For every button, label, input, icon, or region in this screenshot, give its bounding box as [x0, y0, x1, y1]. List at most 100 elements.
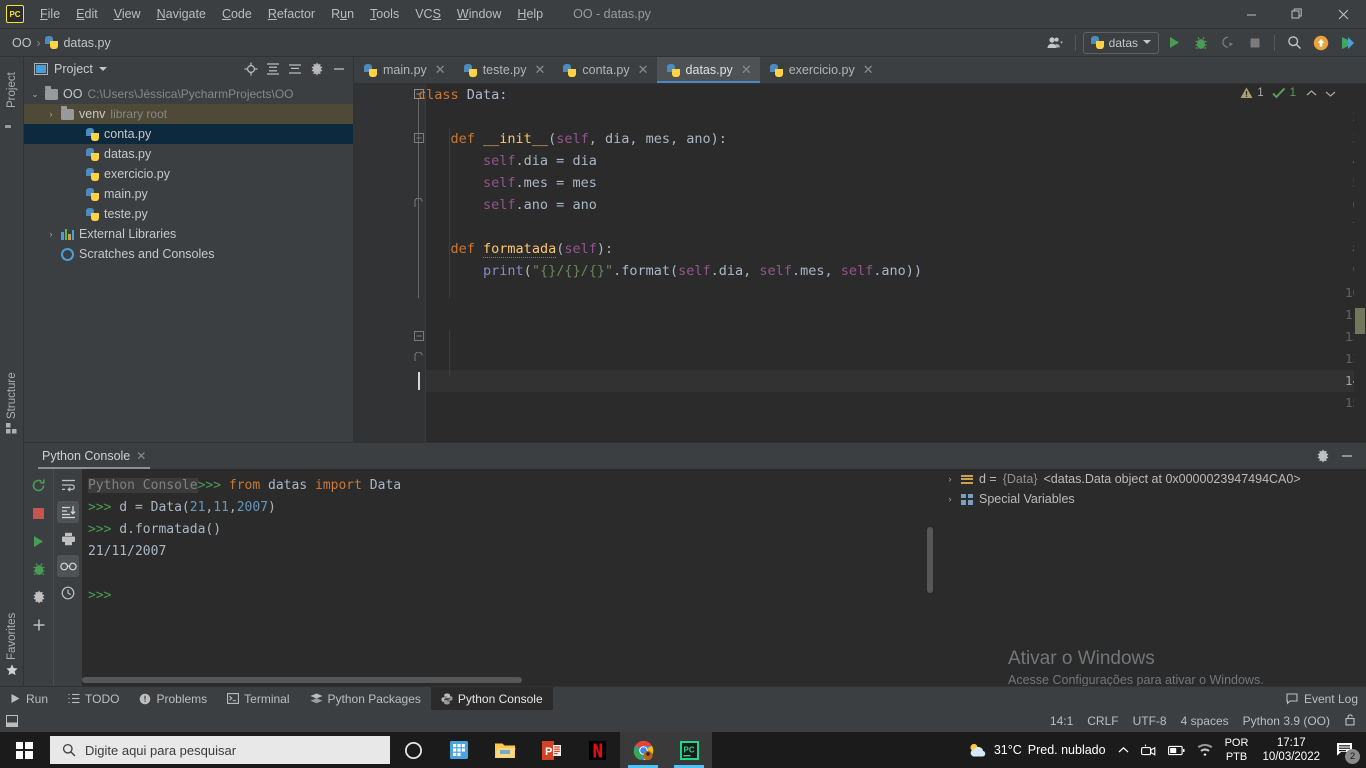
show-hidden-icons-button[interactable] — [1112, 732, 1135, 768]
tool-window-run[interactable]: Run — [0, 687, 58, 711]
breadcrumb-project[interactable]: OO — [0, 36, 31, 50]
tree-item-exercicio-py[interactable]: exercicio.py — [24, 164, 353, 184]
add-console-button[interactable] — [28, 614, 50, 636]
console-tab[interactable]: Python Console ✕ — [38, 443, 151, 469]
chevron-right-icon[interactable]: › — [46, 229, 56, 239]
tab-close-icon[interactable]: ✕ — [863, 62, 874, 78]
tool-window-todo[interactable]: TODO — [58, 687, 129, 711]
console-settings-gutter-button[interactable] — [28, 586, 50, 608]
stop-button[interactable] — [28, 502, 50, 524]
store-icon[interactable] — [436, 732, 482, 768]
pycharm-icon[interactable]: PC — [666, 732, 712, 768]
run-with-coverage-button[interactable] — [1216, 32, 1240, 54]
language-indicator[interactable]: POR PTB — [1219, 732, 1255, 768]
menu-edit[interactable]: Edit — [68, 4, 106, 24]
netflix-icon[interactable] — [574, 732, 620, 768]
search-everywhere-button[interactable] — [1282, 32, 1306, 54]
tab-close-icon[interactable]: ✕ — [638, 62, 649, 78]
project-settings-button[interactable] — [307, 59, 327, 79]
tab-teste-py[interactable]: teste.py ✕ — [454, 57, 554, 83]
notification-center-button[interactable]: 2 — [1328, 732, 1362, 768]
print-button[interactable] — [57, 528, 79, 550]
minimize-button[interactable] — [1228, 0, 1274, 29]
debug-button[interactable] — [28, 558, 50, 580]
debug-button[interactable] — [1189, 32, 1213, 54]
update-button[interactable] — [1309, 32, 1333, 54]
tool-window-terminal[interactable]: Terminal — [217, 687, 299, 711]
menu-vcs[interactable]: VCS — [407, 4, 449, 24]
close-button[interactable] — [1320, 0, 1366, 29]
scrollbar-thumb[interactable] — [1355, 308, 1365, 334]
tree-item-main-py[interactable]: main.py — [24, 184, 353, 204]
lock-icon[interactable] — [1344, 713, 1356, 729]
chevron-up-icon[interactable] — [1306, 89, 1317, 98]
maximize-button[interactable] — [1274, 0, 1320, 29]
tree-item-teste-py[interactable]: teste.py — [24, 204, 353, 224]
menu-tools[interactable]: Tools — [362, 4, 407, 24]
glasses-icon[interactable] — [57, 555, 79, 577]
run-button[interactable] — [28, 530, 50, 552]
tree-item-external-libraries[interactable]: › External Libraries — [24, 224, 353, 244]
line-separator[interactable]: CRLF — [1087, 714, 1118, 728]
battery-icon[interactable] — [1162, 732, 1191, 768]
locate-file-button[interactable] — [241, 59, 261, 79]
camera-tray-icon[interactable] — [1135, 732, 1162, 768]
chrome-icon[interactable] — [620, 732, 666, 768]
menu-refactor[interactable]: Refactor — [260, 4, 323, 24]
hide-panel-button[interactable] — [329, 59, 349, 79]
console-vertical-scrollbar[interactable] — [927, 527, 933, 593]
chevron-down-icon[interactable] — [1325, 89, 1336, 98]
console-settings-button[interactable] — [1312, 445, 1334, 467]
tree-item-scratches[interactable]: Scratches and Consoles — [24, 244, 353, 264]
caret-position[interactable]: 14:1 — [1050, 714, 1073, 728]
python-interpreter[interactable]: Python 3.9 (OO) — [1243, 714, 1330, 728]
indent-setting[interactable]: 4 spaces — [1181, 714, 1229, 728]
tree-item-oo[interactable]: ⌄ OO C:\Users\Jéssica\PycharmProjects\OO — [24, 84, 353, 104]
tool-window-problems[interactable]: Problems — [129, 687, 217, 711]
editor-scrollbar[interactable] — [1354, 84, 1366, 442]
console-horizontal-scrollbar[interactable] — [82, 677, 522, 683]
tool-window-python-packages[interactable]: Python Packages — [300, 687, 431, 711]
event-log-button[interactable]: Event Log — [1286, 692, 1366, 706]
tab-datas-py[interactable]: datas.py ✕ — [656, 57, 760, 83]
menu-help[interactable]: Help — [509, 4, 551, 24]
inspection-widget[interactable]: 1 1 — [1240, 87, 1336, 99]
file-explorer-icon[interactable] — [482, 732, 528, 768]
menu-view[interactable]: View — [106, 4, 149, 24]
tree-item-datas-py[interactable]: datas.py — [24, 144, 353, 164]
user-button[interactable] — [1044, 32, 1068, 54]
windows-start-icon[interactable] — [0, 732, 48, 768]
menu-window[interactable]: Window — [449, 4, 509, 24]
tool-window-python-console[interactable]: Python Console — [430, 686, 553, 711]
source-code[interactable]: class Data: def __init__(self, dia, mes,… — [418, 84, 922, 282]
variable-row-d[interactable]: › d = {Data} <datas.Data object at 0x000… — [935, 469, 1366, 489]
fold-marker-formatada[interactable] — [413, 330, 425, 342]
expand-all-button[interactable] — [263, 59, 283, 79]
chevron-down-icon[interactable] — [98, 66, 107, 72]
variable-row-special[interactable]: › Special Variables — [935, 489, 1366, 509]
cortana-icon[interactable] — [390, 732, 436, 768]
jetbrains-toolbox-icon[interactable] — [1336, 32, 1360, 54]
tool-window-favorites[interactable]: Favorites — [0, 602, 24, 686]
run-configuration-selector[interactable]: datas — [1082, 31, 1159, 54]
tab-close-icon[interactable]: ✕ — [435, 62, 446, 78]
console-output[interactable]: Python Console>>> from datas import Data… — [82, 469, 935, 686]
history-icon[interactable] — [57, 582, 79, 604]
taskbar-search-input[interactable]: Digite aqui para pesquisar — [50, 736, 390, 764]
fold-end-formatada[interactable] — [413, 352, 425, 364]
rerun-button[interactable] — [28, 474, 50, 496]
toggle-tool-windows-button[interactable] — [0, 715, 24, 727]
wifi-icon[interactable] — [1191, 732, 1219, 768]
chevron-right-icon[interactable]: › — [945, 474, 955, 484]
chevron-right-icon[interactable]: › — [945, 494, 955, 504]
tree-item-conta-py[interactable]: conta.py — [24, 124, 353, 144]
stop-button[interactable] — [1243, 32, 1267, 54]
tab-close-icon[interactable]: ✕ — [534, 62, 545, 78]
file-encoding[interactable]: UTF-8 — [1133, 714, 1167, 728]
menu-file[interactable]: File — [32, 4, 68, 24]
menu-run[interactable]: Run — [323, 4, 362, 24]
tool-window-project[interactable]: Project — [0, 60, 24, 120]
tab-close-icon[interactable]: ✕ — [741, 62, 752, 78]
code-editor[interactable]: 1 2 3 4 5 6 7 8 9 10 11 12 13 14 15 — [354, 84, 1366, 442]
collapse-all-button[interactable] — [285, 59, 305, 79]
